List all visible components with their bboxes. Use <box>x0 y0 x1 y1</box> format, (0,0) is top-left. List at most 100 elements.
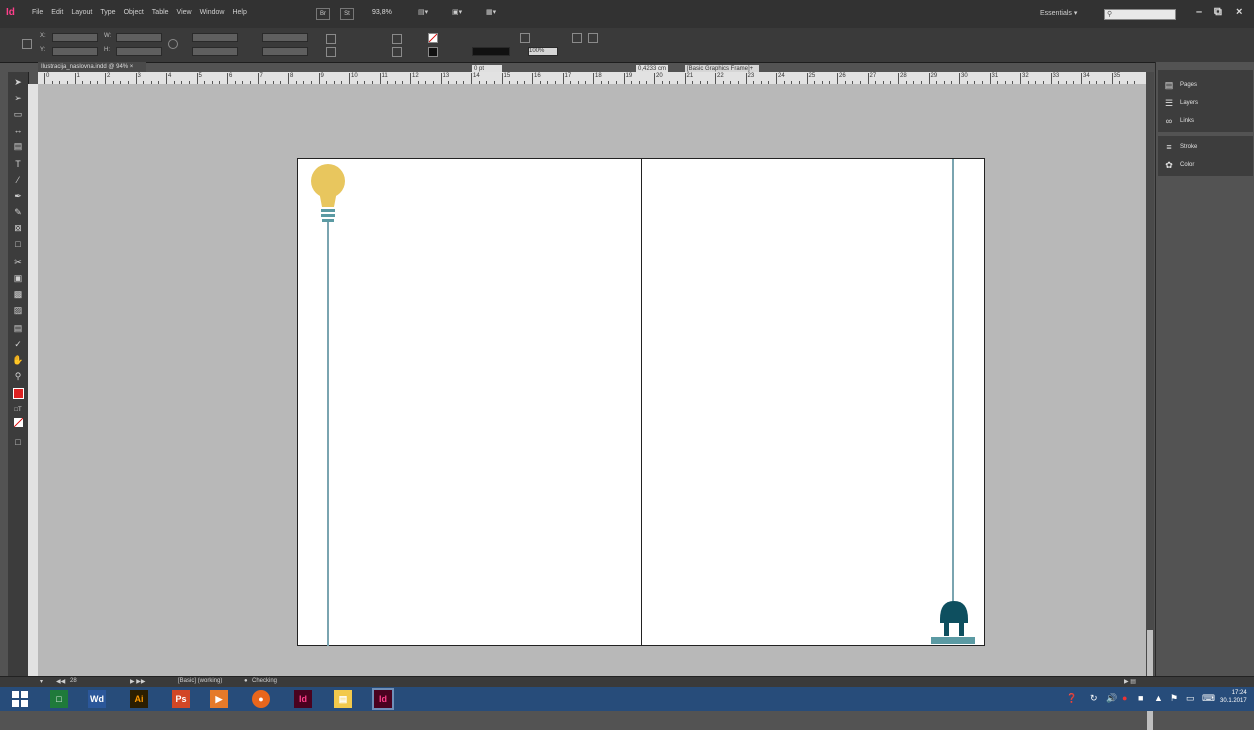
color-panel-tab[interactable]: ✿ Color <box>1164 158 1194 172</box>
network-tray-icon[interactable]: ▲ <box>1154 693 1163 703</box>
layers-panel-tab[interactable]: ☰ Layers <box>1164 96 1198 110</box>
help-search-input[interactable]: ⚲ <box>1104 9 1176 20</box>
rectangle-tool-icon[interactable]: □ <box>11 238 25 250</box>
plug-wire[interactable] <box>952 159 954 603</box>
taskbar-clock[interactable]: 17:24 30.1.2017 <box>1220 689 1247 705</box>
flip-horizontal-icon[interactable] <box>392 34 402 44</box>
rotation-field[interactable] <box>262 33 308 42</box>
preflight-status[interactable]: Checking <box>252 678 277 684</box>
rectangle-frame-tool-icon[interactable]: ⊠ <box>11 222 25 234</box>
free-transform-tool-icon[interactable]: ▣ <box>11 272 25 284</box>
media-player-icon[interactable]: ▶ <box>210 690 228 708</box>
start-button[interactable] <box>12 691 28 707</box>
menu-edit[interactable]: Edit <box>51 9 63 16</box>
rotate-cw-icon[interactable] <box>326 34 336 44</box>
shear-field[interactable] <box>262 47 308 56</box>
arrange-documents-dropdown[interactable]: ▦▾ <box>486 8 508 20</box>
zoom-tool-icon[interactable]: ⚲ <box>11 370 25 382</box>
gradient-swatch-tool-icon[interactable]: ▩ <box>11 288 25 300</box>
menu-type[interactable]: Type <box>100 9 115 16</box>
gap-tool-icon[interactable]: ↔ <box>11 124 25 136</box>
next-page-button[interactable]: ▶ ▶▶ <box>130 678 146 685</box>
antivirus-tray-icon[interactable]: ● <box>1122 693 1127 703</box>
apply-none-icon[interactable] <box>11 418 25 430</box>
bridge-button[interactable]: Br <box>316 8 330 20</box>
battery-tray-icon[interactable]: ▭ <box>1186 693 1195 704</box>
stroke-type-dropdown[interactable] <box>472 47 510 56</box>
restore-button[interactable]: ⧉ <box>1214 6 1222 19</box>
x-field[interactable] <box>52 33 98 42</box>
note-tool-icon[interactable]: ▤ <box>11 322 25 334</box>
page-number-field[interactable]: 28 <box>70 678 77 684</box>
content-collector-icon[interactable]: ▤ <box>11 140 25 152</box>
help-tray-icon[interactable]: ❓ <box>1066 693 1077 704</box>
hand-tool-icon[interactable]: ✋ <box>11 354 25 366</box>
text-wrap-icon[interactable] <box>520 33 530 43</box>
vertical-scrollbar[interactable] <box>1146 72 1154 730</box>
formatting-affects-container-icon[interactable]: □T <box>11 404 25 416</box>
indesign-active-icon[interactable]: Id <box>372 688 394 710</box>
stroke-swatch-icon[interactable] <box>428 47 438 57</box>
close-button[interactable]: × <box>1236 6 1242 18</box>
file-explorer-icon[interactable]: ▤ <box>334 690 352 708</box>
powerpoint-app-icon[interactable]: Ps <box>172 690 190 708</box>
menu-table[interactable]: Table <box>152 9 169 16</box>
fill-stroke-swatch-icon[interactable] <box>11 388 25 400</box>
minimize-button[interactable]: – <box>1196 6 1202 18</box>
flag-tray-icon[interactable]: ⚑ <box>1170 693 1178 704</box>
flip-vertical-icon[interactable] <box>392 47 402 57</box>
eyedropper-tool-icon[interactable]: ✓ <box>11 338 25 350</box>
page-tool-icon[interactable]: ▭ <box>11 108 25 120</box>
workspace-switcher[interactable]: Essentials ▾ <box>1040 9 1077 17</box>
scale-x-field[interactable] <box>192 33 238 42</box>
page-left[interactable] <box>297 158 642 646</box>
pen-tool-icon[interactable]: ✒ <box>11 190 25 202</box>
y-field[interactable] <box>52 47 98 56</box>
indesign-app-icon[interactable]: Id <box>294 690 312 708</box>
line-tool-icon[interactable]: ⁄ <box>11 174 25 186</box>
constrain-proportions-icon[interactable] <box>168 39 178 49</box>
reference-point-icon[interactable] <box>22 39 32 49</box>
stroke-panel-tab[interactable]: ≡ Stroke <box>1164 140 1197 154</box>
menu-help[interactable]: Help <box>232 9 246 16</box>
zoom-level[interactable]: 93,8% <box>372 9 392 16</box>
zoom-status[interactable]: ▾ <box>40 678 43 685</box>
page-right[interactable] <box>641 158 985 646</box>
lightbulb-icon[interactable] <box>309 163 347 225</box>
height-field[interactable] <box>116 47 162 56</box>
fill-frame-icon[interactable] <box>588 33 598 43</box>
socket-base[interactable] <box>931 637 975 644</box>
keyboard-tray-icon[interactable]: ⌨ <box>1202 693 1215 704</box>
scissors-tool-icon[interactable]: ✂ <box>11 256 25 268</box>
illustrator-app-icon[interactable]: Ai <box>130 690 148 708</box>
opacity-field[interactable]: 100% <box>528 47 558 56</box>
sync-tray-icon[interactable]: ↻ <box>1090 693 1098 704</box>
panel-toggle-button[interactable]: ▶ ▤ <box>1124 678 1136 685</box>
pencil-tool-icon[interactable]: ✎ <box>11 206 25 218</box>
screen-mode-dropdown[interactable]: ▣▾ <box>452 8 474 20</box>
volume-tray-icon[interactable]: 🔊 <box>1106 693 1117 704</box>
type-tool-icon[interactable]: T <box>11 158 25 170</box>
direct-selection-tool-icon[interactable]: ➢ <box>11 92 25 104</box>
outlook-app-icon[interactable]: □ <box>50 690 68 708</box>
menu-layout[interactable]: Layout <box>71 9 92 16</box>
menu-window[interactable]: Window <box>200 9 225 16</box>
screen-mode-icon[interactable]: □ <box>11 436 25 448</box>
document-tab[interactable]: Ilustracija_naslovna.indd @ 94% × <box>38 62 146 72</box>
frame-fitting-icon[interactable] <box>572 33 582 43</box>
firefox-icon[interactable]: ● <box>252 690 270 708</box>
menu-view[interactable]: View <box>177 9 192 16</box>
word-app-icon[interactable]: Wd <box>88 690 106 708</box>
first-page-button[interactable]: ◀◀ <box>56 678 65 685</box>
app-tray-icon[interactable]: ■ <box>1138 693 1143 703</box>
style-status[interactable]: [Basic] (working) <box>178 678 222 684</box>
stock-button[interactable]: St <box>340 8 354 20</box>
links-panel-tab[interactable]: ∞ Links <box>1164 114 1194 128</box>
selection-tool-icon[interactable]: ➤ <box>11 76 25 88</box>
menu-file[interactable]: File <box>32 9 43 16</box>
bulb-wire[interactable] <box>327 222 329 646</box>
fill-swatch-icon[interactable] <box>428 33 438 43</box>
menu-object[interactable]: Object <box>124 9 144 16</box>
scale-y-field[interactable] <box>192 47 238 56</box>
width-field[interactable] <box>116 33 162 42</box>
